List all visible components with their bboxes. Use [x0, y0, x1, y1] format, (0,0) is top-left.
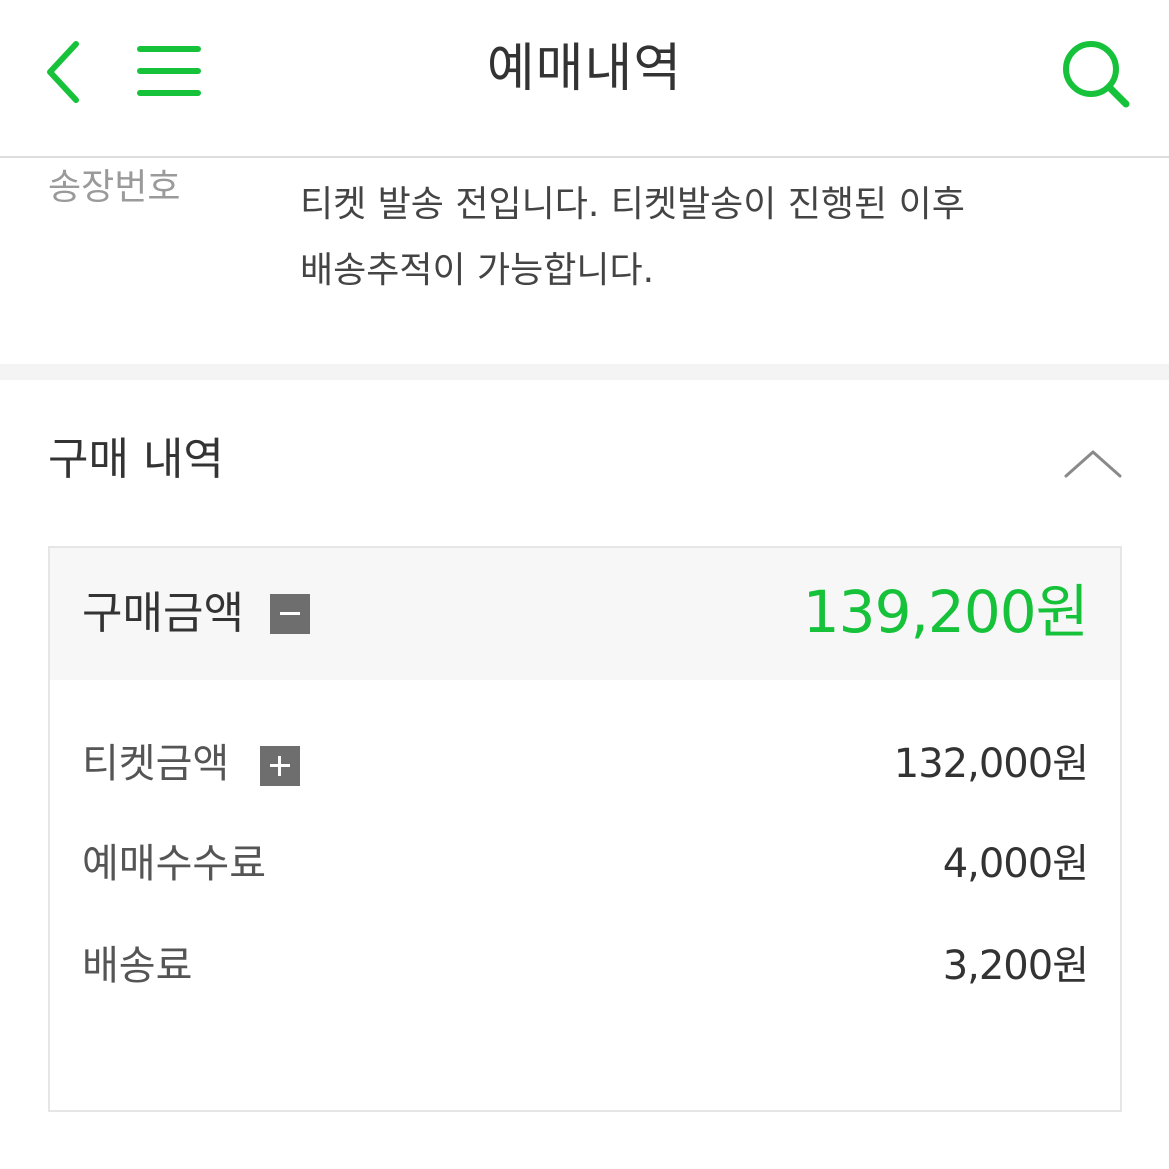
- tracking-section: 송장번호 티켓 발송 전입니다. 티켓발송이 진행된 이후 배송추적이 가능합니…: [0, 158, 1169, 364]
- total-collapse-toggle[interactable]: [270, 594, 310, 634]
- shipping-fee-label: 배송료: [82, 943, 193, 989]
- ticket-price-label: 티켓금액: [82, 741, 230, 787]
- purchase-section-header[interactable]: 구매 내역: [0, 380, 1169, 546]
- search-button[interactable]: [1058, 36, 1134, 112]
- shipping-fee-value: 3,200원: [942, 943, 1089, 989]
- app-header: 예매내역: [0, 0, 1169, 158]
- search-icon: [1063, 41, 1130, 108]
- total-amount-row: 구매금액 139,200원: [50, 548, 1120, 680]
- ticket-price-value: 132,000원: [893, 741, 1089, 787]
- page-title: 예매내역: [486, 39, 683, 99]
- section-divider: [0, 364, 1169, 380]
- chevron-up-icon: [1064, 450, 1122, 478]
- price-breakdown-box: 구매금액 139,200원 티켓금액 132,000원 예매수수료 4,000원…: [48, 546, 1122, 1112]
- purchase-section-title: 구매 내역: [48, 434, 224, 485]
- booking-fee-label: 예매수수료: [82, 841, 266, 887]
- total-amount-value: 139,200원: [802, 578, 1089, 646]
- booking-fee-value: 4,000원: [942, 841, 1089, 887]
- total-amount-label: 구매금액: [82, 588, 244, 639]
- collapse-button[interactable]: [1062, 446, 1124, 482]
- tracking-status-message: 티켓 발송 전입니다. 티켓발송이 진행된 이후 배송추적이 가능합니다.: [300, 184, 965, 291]
- tracking-number-label: 송장번호: [48, 167, 181, 208]
- ticket-price-expand-toggle[interactable]: [260, 746, 300, 786]
